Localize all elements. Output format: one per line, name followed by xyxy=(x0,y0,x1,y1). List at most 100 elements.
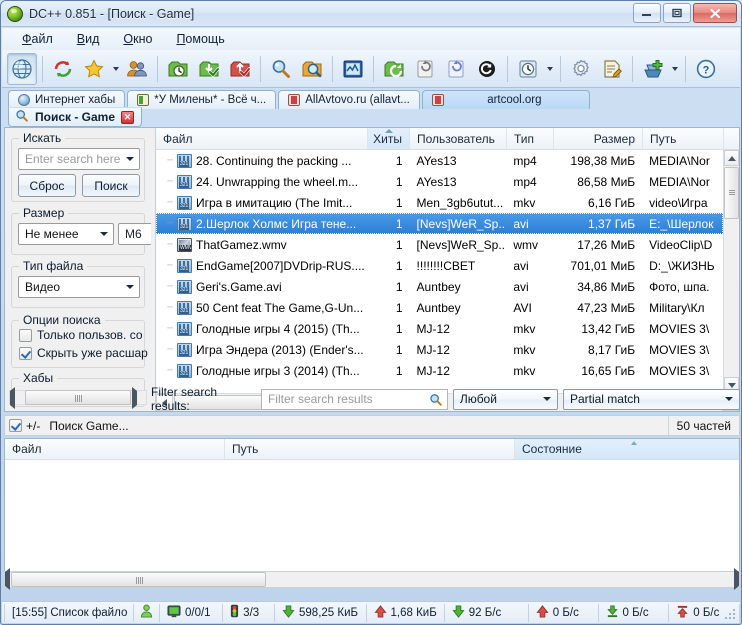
cell-file: EndGame[2007]DVDrip-RUS.... xyxy=(196,259,365,273)
cell-path: MEDIA\Nor xyxy=(642,154,723,168)
match-queue-icon[interactable] xyxy=(441,53,471,85)
column-header-path[interactable]: Путь xyxy=(643,128,724,149)
menu-view[interactable]: Вид xyxy=(65,29,112,49)
plugins-dropdown-arrow[interactable] xyxy=(669,53,680,85)
results-vscrollbar[interactable] xyxy=(723,150,739,393)
close-icon[interactable]: ✕ xyxy=(121,111,134,124)
size-unit-select[interactable]: М6 xyxy=(118,223,151,245)
recents-icon[interactable] xyxy=(513,53,543,85)
table-row[interactable]: ┄Игра Эндера (2013) (Ender's... 1 MJ-12 … xyxy=(156,339,723,360)
column-header-status[interactable]: Состояние xyxy=(515,439,739,459)
filter-method-select[interactable]: Partial match xyxy=(563,389,740,410)
plugins-icon[interactable] xyxy=(638,53,668,85)
cell-hits: 1 xyxy=(368,175,410,189)
title-bar: DC++ 0.851 - [Поиск - Game] xyxy=(1,1,741,27)
file-type-select[interactable]: Видео xyxy=(18,276,140,298)
column-header-file[interactable]: Файл xyxy=(156,128,368,149)
checkbox-icon[interactable] xyxy=(19,329,32,342)
expander-toggle[interactable]: +/- xyxy=(26,419,40,433)
chevron-down-icon[interactable] xyxy=(121,278,138,296)
resize-grip[interactable] xyxy=(725,609,737,621)
table-row[interactable]: ┄Голодные игры 3 (2014) (Th... 1 MJ-12 m… xyxy=(156,360,723,381)
column-header-size[interactable]: Размер xyxy=(554,128,643,149)
search-icon[interactable] xyxy=(266,53,296,85)
tab-label: AllAvtovo.ru (allavt... xyxy=(305,94,410,106)
table-row[interactable]: ┄2.Шерлок Холмс Игра тене... 1 [Nevs]WeR… xyxy=(156,213,723,234)
minimize-button[interactable] xyxy=(633,3,661,23)
public-hubs-icon[interactable] xyxy=(7,53,37,85)
reconnect-icon[interactable] xyxy=(48,53,78,85)
search-button[interactable]: Поиск xyxy=(82,174,140,197)
notepad-icon[interactable] xyxy=(597,53,627,85)
checkbox-icon[interactable] xyxy=(9,419,22,432)
chevron-down-icon[interactable] xyxy=(539,391,555,408)
transfers-hscrollbar[interactable] xyxy=(4,571,740,588)
table-row[interactable]: ┄Geri's.Game.avi 1 Auntbey avi 34,86 МиБ… xyxy=(156,276,723,297)
column-header-user[interactable]: Пользователь xyxy=(410,128,507,149)
column-header-hits[interactable]: Хиты xyxy=(368,128,410,149)
chevron-down-icon[interactable] xyxy=(721,391,737,408)
group-search-options: Опции поиска Только пользов. со Скрыть у… xyxy=(11,320,145,368)
adl-search-icon[interactable] xyxy=(297,53,327,85)
size-mode-select[interactable]: Не менее xyxy=(18,223,114,245)
favorites-dropdown-arrow[interactable] xyxy=(110,53,121,85)
table-row[interactable]: ┄Голодные игры 4 (2015) (Th... 1 MJ-12 m… xyxy=(156,318,723,339)
option-only-users-with-slots[interactable]: Только пользов. со xyxy=(19,328,143,342)
status-uploaded-text: 1,68 КиБ xyxy=(391,607,437,619)
column-header-path[interactable]: Путь xyxy=(225,439,515,459)
toolbar-separator xyxy=(560,56,561,82)
away-icon[interactable] xyxy=(472,53,502,85)
table-row[interactable]: ┄Игра в имитацию (The Imit... 1 Men_3gb6… xyxy=(156,192,723,213)
recents-dropdown-arrow[interactable] xyxy=(544,53,555,85)
cell-hits: 1 xyxy=(368,322,410,336)
chevron-down-icon[interactable] xyxy=(121,150,138,168)
menu-help[interactable]: Помощь xyxy=(164,29,236,49)
menu-file[interactable]: Файл xyxy=(10,29,65,49)
finished-downloads-icon[interactable] xyxy=(194,53,224,85)
scroll-right-button[interactable] xyxy=(132,391,146,404)
scroll-thumb[interactable] xyxy=(25,390,131,405)
table-row[interactable]: ┄50 Cent feat The Game,G-Un... 1 Auntbey… xyxy=(156,297,723,318)
menu-bar: Файл Вид Окно Помощь xyxy=(2,28,740,50)
magnifier-icon[interactable] xyxy=(429,393,443,407)
close-button[interactable] xyxy=(693,3,737,23)
column-header-file[interactable]: Файл xyxy=(5,439,225,459)
table-row[interactable]: ┄28. Continuing the packing ... 1 AYes13… xyxy=(156,150,723,171)
network-statistics-icon[interactable] xyxy=(338,53,368,85)
sidebar-hscrollbar[interactable] xyxy=(9,390,147,405)
search-input[interactable]: Enter search here xyxy=(18,148,140,170)
favorite-users-icon[interactable] xyxy=(122,53,152,85)
scroll-left-button[interactable] xyxy=(5,572,10,587)
table-row[interactable]: ┄EndGame[2007]DVDrip-RUS.... 1 !!!!!!!!С… xyxy=(156,255,723,276)
scroll-thumb[interactable] xyxy=(11,572,266,587)
cell-path: Military\Кл xyxy=(642,301,723,315)
table-row[interactable]: ┄24. Unwrapping the wheel.m... 1 AYes13 … xyxy=(156,171,723,192)
option-hide-shared[interactable]: Скрыть уже расшар xyxy=(19,346,148,360)
reset-button[interactable]: Сброс xyxy=(18,174,76,197)
table-row[interactable]: ┄ThatGamez.wmv 1 [Nevs]WeR_Sp... wmv 17,… xyxy=(156,234,723,255)
scroll-right-button[interactable] xyxy=(734,572,739,587)
favorite-hubs-icon[interactable] xyxy=(79,53,109,85)
queue-icon[interactable] xyxy=(163,53,193,85)
menu-window[interactable]: Окно xyxy=(111,29,164,49)
filter-column-select[interactable]: Любой xyxy=(453,389,558,410)
chevron-down-icon[interactable] xyxy=(95,225,112,243)
tab-search-game[interactable]: Поиск - Game ✕ xyxy=(8,107,142,127)
column-header-type[interactable]: Тип xyxy=(507,128,554,149)
scroll-left-button[interactable] xyxy=(10,391,24,404)
open-file-list-icon[interactable] xyxy=(379,53,409,85)
help-icon[interactable]: ? xyxy=(691,53,721,85)
settings-icon[interactable] xyxy=(566,53,596,85)
filter-input[interactable]: Filter search results xyxy=(261,389,448,410)
scroll-thumb[interactable] xyxy=(724,167,739,219)
size-mode-value: Не менее xyxy=(25,227,79,241)
status-away[interactable] xyxy=(134,604,160,622)
cell-user: MJ-12 xyxy=(410,322,507,336)
checkbox-icon[interactable] xyxy=(19,347,32,360)
transfers-body[interactable] xyxy=(5,460,739,588)
refresh-file-list-icon[interactable] xyxy=(410,53,440,85)
size-unit-value: М6 xyxy=(125,227,142,241)
finished-uploads-icon[interactable] xyxy=(225,53,255,85)
scroll-up-button[interactable] xyxy=(724,150,739,166)
maximize-button[interactable] xyxy=(663,3,691,23)
